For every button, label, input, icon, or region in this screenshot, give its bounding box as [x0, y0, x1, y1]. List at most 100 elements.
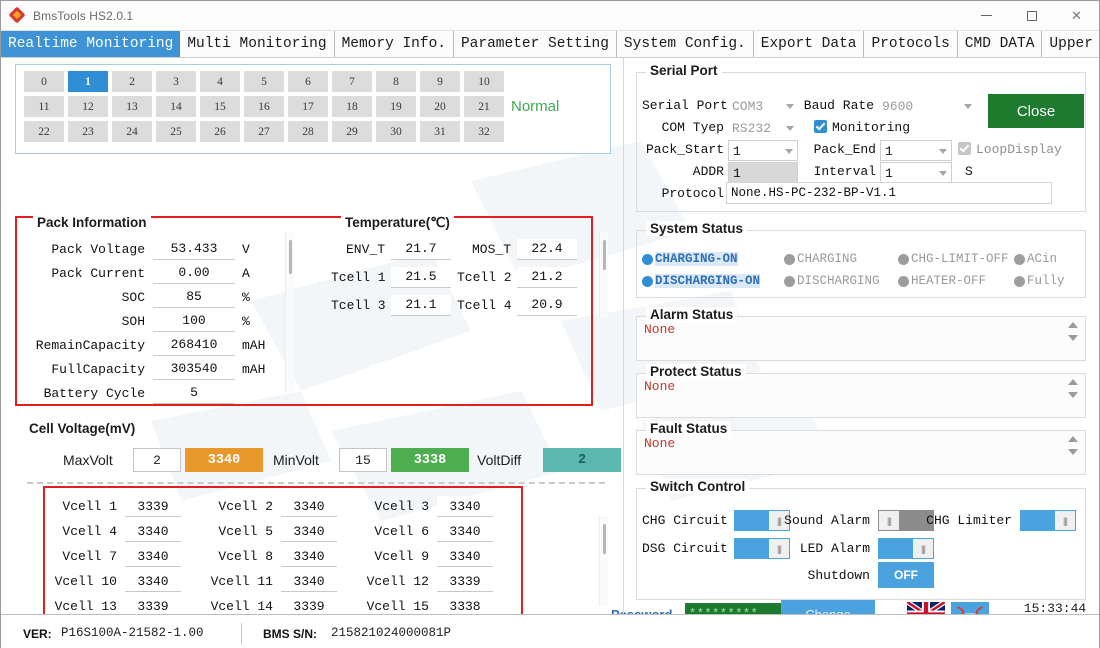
- tab-parameter-setting[interactable]: Parameter Setting: [454, 31, 617, 57]
- arrow-down-icon[interactable]: [1068, 449, 1078, 455]
- arrow-up-icon[interactable]: [1068, 436, 1078, 442]
- minimize-button[interactable]: [964, 1, 1009, 31]
- monitoring-checkbox[interactable]: [814, 120, 827, 133]
- switch-toggle[interactable]: |||: [734, 538, 790, 559]
- close-port-button[interactable]: Close: [988, 94, 1084, 128]
- fault-status-panel: Fault Status None: [636, 430, 1086, 475]
- switch-control-panel: Switch Control CHG Circuit|||Sound Alarm…: [636, 488, 1086, 600]
- pack-field-value[interactable]: 0.00: [153, 263, 235, 284]
- tab-upper-setting[interactable]: Upper Setting: [1042, 31, 1100, 57]
- tab-system-config[interactable]: System Config.: [617, 31, 754, 57]
- switch-label: DSG Circuit: [642, 541, 726, 556]
- pack-field-label: SOC: [23, 290, 145, 305]
- addr-input[interactable]: 1: [728, 162, 798, 183]
- pack-index-cell-24[interactable]: 24: [112, 121, 152, 142]
- arrow-down-icon[interactable]: [1068, 335, 1078, 341]
- pack-index-cell-6[interactable]: 6: [288, 71, 328, 92]
- pack-index-cell-4[interactable]: 4: [200, 71, 240, 92]
- pack-index-cell-31[interactable]: 31: [420, 121, 460, 142]
- pack-field-value[interactable]: 5: [153, 383, 235, 404]
- close-button[interactable]: ✕: [1054, 1, 1099, 31]
- tab-protocols[interactable]: Protocols: [864, 31, 957, 57]
- alarm-status-spinner[interactable]: [1066, 322, 1079, 350]
- pack-index-cell-23[interactable]: 23: [68, 121, 108, 142]
- arrow-up-icon[interactable]: [1068, 379, 1078, 385]
- pack-field-value[interactable]: 100: [153, 311, 235, 332]
- pack-index-cell-30[interactable]: 30: [376, 121, 416, 142]
- pack-index-cell-8[interactable]: 8: [376, 71, 416, 92]
- pack-index-row: 2223242526272829303132: [24, 121, 610, 142]
- pack-information-scrollbar[interactable]: [285, 232, 294, 392]
- pack-index-cell-22[interactable]: 22: [24, 121, 64, 142]
- serial-port-select[interactable]: COM3: [728, 96, 798, 117]
- shutdown-button[interactable]: OFF: [878, 562, 934, 588]
- pack-index-cell-13[interactable]: 13: [112, 96, 152, 117]
- pack-index-cell-14[interactable]: 14: [156, 96, 196, 117]
- baud-rate-select[interactable]: 9600: [878, 96, 976, 117]
- tab-memory-info[interactable]: Memory Info.: [335, 31, 454, 57]
- protect-status-spinner[interactable]: [1066, 379, 1079, 407]
- arrow-down-icon[interactable]: [1068, 392, 1078, 398]
- temperature-scrollbar[interactable]: [599, 232, 608, 318]
- temperature-field-value[interactable]: 21.1: [391, 295, 451, 316]
- tab-export-data[interactable]: Export Data: [754, 31, 865, 57]
- pack-index-cell-26[interactable]: 26: [200, 121, 240, 142]
- switch-label: CHG Limiter: [922, 513, 1012, 528]
- pack-index-cell-3[interactable]: 3: [156, 71, 196, 92]
- pack-index-cell-17[interactable]: 17: [288, 96, 328, 117]
- pack-index-cell-11[interactable]: 11: [24, 96, 64, 117]
- temperature-field-value[interactable]: 21.7: [391, 239, 451, 260]
- switch-toggle[interactable]: |||: [1020, 510, 1076, 531]
- temperature-field-value[interactable]: 21.5: [391, 267, 451, 288]
- switch-toggle[interactable]: |||: [734, 510, 790, 531]
- pack-index-cell-20[interactable]: 20: [420, 96, 460, 117]
- pack-index-cell-18[interactable]: 18: [332, 96, 372, 117]
- pack-index-cell-7[interactable]: 7: [332, 71, 372, 92]
- switch-toggle[interactable]: |||: [878, 538, 934, 559]
- serial-port-label: Serial Port: [642, 98, 724, 113]
- pack-index-cell-9[interactable]: 9: [420, 71, 460, 92]
- pack-index-cell-19[interactable]: 19: [376, 96, 416, 117]
- temperature-field-value[interactable]: 22.4: [517, 239, 577, 260]
- pack-index-cell-29[interactable]: 29: [332, 121, 372, 142]
- pack-field-value[interactable]: 85: [153, 287, 235, 308]
- pack-start-select[interactable]: 1: [728, 140, 798, 161]
- pack-field-value[interactable]: 303540: [153, 359, 235, 380]
- pack-index-cell-15[interactable]: 15: [200, 96, 240, 117]
- cell-voltage-scrollbar[interactable]: [599, 516, 608, 606]
- minvolt-label: MinVolt: [273, 452, 319, 468]
- protect-status-panel: Protect Status None: [636, 373, 1086, 418]
- temperature-field-value[interactable]: 21.2: [517, 267, 577, 288]
- tab-multi-monitoring[interactable]: Multi Monitoring: [180, 31, 334, 57]
- protocol-value[interactable]: None.HS-PC-232-BP-V1.1: [726, 182, 1052, 204]
- pack-index-cell-1[interactable]: 1: [68, 71, 108, 92]
- pack-field-value[interactable]: 53.433: [153, 239, 235, 260]
- pack-end-select[interactable]: 1: [880, 140, 952, 161]
- pack-index-cell-5[interactable]: 5: [244, 71, 284, 92]
- loopdisplay-checkbox[interactable]: [958, 142, 971, 155]
- temperature-field-row: Tcell 121.5: [331, 266, 451, 288]
- maximize-button[interactable]: [1009, 1, 1054, 31]
- pack-index-cell-10[interactable]: 10: [464, 71, 504, 92]
- pack-index-cell-32[interactable]: 32: [464, 121, 504, 142]
- fault-status-spinner[interactable]: [1066, 436, 1079, 464]
- pack-index-cell-12[interactable]: 12: [68, 96, 108, 117]
- pack-index-cell-28[interactable]: 28: [288, 121, 328, 142]
- pack-field-value[interactable]: 268410: [153, 335, 235, 356]
- arrow-up-icon[interactable]: [1068, 322, 1078, 328]
- pack-index-cell-27[interactable]: 27: [244, 121, 284, 142]
- pack-index-cell-25[interactable]: 25: [156, 121, 196, 142]
- interval-select[interactable]: 1: [880, 162, 952, 183]
- com-type-select[interactable]: RS232: [728, 118, 798, 139]
- temperature-title: Temperature(℃): [341, 215, 454, 231]
- pack-index-cell-0[interactable]: 0: [24, 71, 64, 92]
- temperature-field-value[interactable]: 20.9: [517, 295, 577, 316]
- pack-field-row: RemainCapacity268410mAH: [23, 334, 265, 356]
- protect-status-title: Protect Status: [646, 364, 746, 379]
- pack-index-cell-2[interactable]: 2: [112, 71, 152, 92]
- status-led-label: DISCHARGING-ON: [655, 274, 760, 288]
- tab-realtime-monitoring[interactable]: Realtime Monitoring: [1, 31, 180, 57]
- pack-index-cell-21[interactable]: 21: [464, 96, 504, 117]
- tab-cmd-data[interactable]: CMD DATA: [958, 31, 1043, 57]
- pack-index-cell-16[interactable]: 16: [244, 96, 284, 117]
